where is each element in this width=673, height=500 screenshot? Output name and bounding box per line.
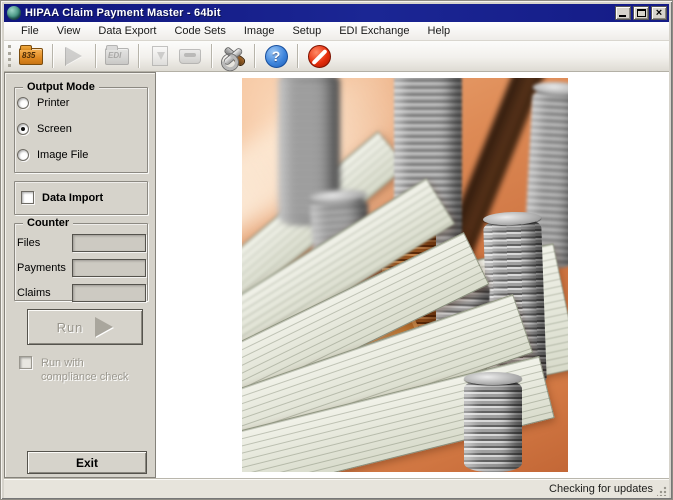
window-title: HIPAA Claim Payment Master - 64bit: [25, 7, 615, 19]
minimize-button[interactable]: [615, 6, 631, 20]
toolbar-separator: [297, 44, 298, 68]
claims-label: Claims: [17, 287, 72, 299]
claims-field[interactable]: [72, 284, 146, 302]
status-bar: Checking for updates: [4, 478, 669, 498]
open-835-button[interactable]: 835: [16, 42, 46, 70]
counter-claims-row: Claims: [17, 284, 147, 302]
document-download-icon: [152, 46, 168, 66]
help-button[interactable]: ?: [261, 42, 291, 70]
compliance-label: Run with compliance check: [41, 356, 136, 384]
payments-field[interactable]: [72, 259, 146, 277]
client-area: Output Mode Printer Screen Image File Da…: [4, 72, 669, 478]
radio-screen-icon[interactable]: [17, 123, 29, 135]
run-toolbar-button: [59, 42, 89, 70]
coin-stack: [464, 378, 522, 472]
folder-835-icon: 835: [19, 48, 43, 65]
app-globe-icon: [7, 6, 21, 20]
run-button: Run: [27, 309, 143, 345]
question-icon: ?: [265, 45, 288, 68]
menu-setup[interactable]: Setup: [283, 23, 330, 39]
files-field[interactable]: [72, 234, 146, 252]
toolbar-separator: [52, 44, 53, 68]
radio-printer-icon[interactable]: [17, 97, 29, 109]
settings-button[interactable]: [218, 42, 248, 70]
maximize-icon: [637, 9, 646, 17]
exit-button[interactable]: Exit: [27, 451, 147, 474]
radio-image-file-icon[interactable]: [17, 149, 29, 161]
menu-view[interactable]: View: [48, 23, 90, 39]
toolbar: 835 EDI ?: [4, 41, 669, 72]
folder-edi-icon: EDI: [105, 48, 129, 65]
inbox-tray-icon: [179, 49, 201, 64]
compliance-checkbox: [19, 356, 32, 369]
stop-icon: [308, 45, 331, 68]
files-label: Files: [17, 237, 72, 249]
payments-label: Payments: [17, 262, 72, 274]
data-import-checkbox-row[interactable]: Data Import: [21, 191, 103, 204]
tools-icon: [221, 44, 245, 68]
export-document-button: [145, 42, 175, 70]
status-text: Checking for updates: [549, 483, 653, 495]
radio-screen[interactable]: Screen: [17, 123, 72, 135]
toolbar-separator: [95, 44, 96, 68]
menu-bar: File View Data Export Code Sets Image Se…: [4, 22, 669, 41]
close-icon: ×: [656, 7, 662, 19]
title-bar: HIPAA Claim Payment Master - 64bit ×: [4, 4, 669, 22]
money-photo: [242, 78, 568, 472]
resize-grip-icon[interactable]: [657, 486, 667, 496]
toolbar-separator: [211, 44, 212, 68]
radio-image-file[interactable]: Image File: [17, 149, 88, 161]
compliance-check-row: Run with compliance check: [19, 356, 136, 384]
menu-edi-exchange[interactable]: EDI Exchange: [330, 23, 418, 39]
control-panel: Output Mode Printer Screen Image File Da…: [4, 72, 156, 478]
app-window: HIPAA Claim Payment Master - 64bit × Fil…: [0, 0, 673, 500]
menu-image[interactable]: Image: [235, 23, 284, 39]
menu-data-export[interactable]: Data Export: [89, 23, 165, 39]
data-import-checkbox[interactable]: [21, 191, 34, 204]
minimize-icon: [619, 15, 626, 17]
run-play-icon: [95, 317, 113, 337]
archive-tray-button: [175, 42, 205, 70]
counter-label: Counter: [23, 217, 73, 229]
radio-printer[interactable]: Printer: [17, 97, 69, 109]
toolbar-grip[interactable]: [8, 45, 11, 67]
toolbar-separator: [254, 44, 255, 68]
toolbar-separator: [138, 44, 139, 68]
maximize-button[interactable]: [633, 6, 649, 20]
play-icon: [66, 47, 82, 65]
edi-folder-button: EDI: [102, 42, 132, 70]
menu-file[interactable]: File: [12, 23, 48, 39]
stop-button[interactable]: [304, 42, 334, 70]
counter-files-row: Files: [17, 234, 147, 252]
close-button[interactable]: ×: [651, 6, 667, 20]
counter-payments-row: Payments: [17, 259, 147, 277]
menu-code-sets[interactable]: Code Sets: [165, 23, 234, 39]
output-mode-label: Output Mode: [23, 81, 99, 93]
menu-help[interactable]: Help: [419, 23, 460, 39]
